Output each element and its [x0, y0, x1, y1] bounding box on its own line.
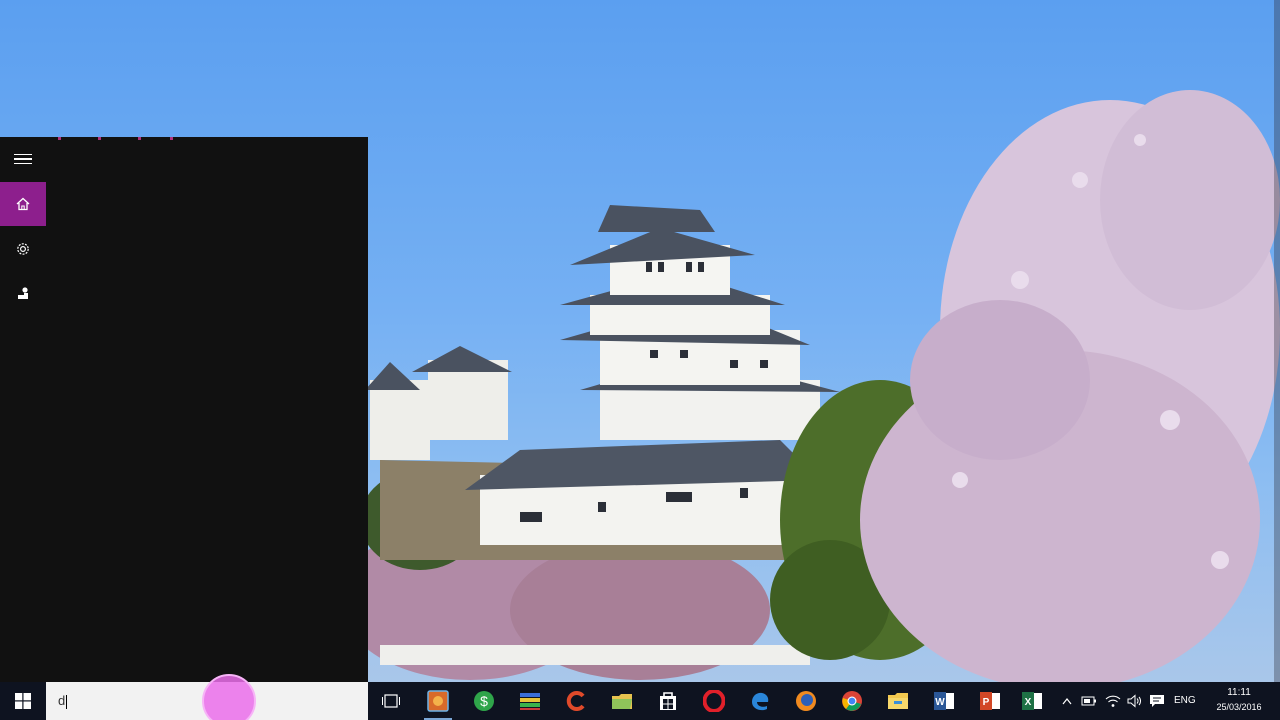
battery-button[interactable]	[1080, 692, 1098, 710]
taskbar-app-opera[interactable]	[700, 687, 728, 715]
taskbar-app-excel[interactable]: X	[1018, 687, 1046, 715]
taskbar-app-ccleaner[interactable]	[562, 687, 590, 715]
input-language-indicator[interactable]: ENG	[1174, 695, 1196, 706]
firefox-icon	[796, 691, 816, 711]
taskbar-app-edge[interactable]	[746, 687, 774, 715]
notification-icon	[1150, 695, 1164, 707]
taskbar-app-file-explorer[interactable]	[884, 687, 912, 715]
svg-text:X: X	[1025, 697, 1032, 708]
svg-text:P: P	[983, 697, 990, 708]
volume-button[interactable]	[1126, 692, 1144, 710]
taskbar-app-winrar[interactable]	[516, 687, 544, 715]
taskbar-app-powerpoint[interactable]: P	[976, 687, 1004, 715]
edge-icon	[752, 692, 769, 711]
taskbar-app-1[interactable]	[424, 687, 452, 720]
task-view-button[interactable]	[377, 687, 405, 715]
speaker-icon	[1127, 694, 1141, 708]
cortana-search-input[interactable]: d	[46, 674, 368, 720]
windows-logo-icon	[15, 693, 31, 709]
battery-icon	[1081, 696, 1096, 706]
feedback-icon	[18, 287, 28, 299]
show-hidden-icons-button[interactable]	[1058, 692, 1076, 710]
hamburger-menu-button[interactable]	[0, 137, 46, 181]
taskbar-app-store[interactable]	[654, 687, 682, 715]
taskbar-app-chrome[interactable]	[838, 687, 866, 715]
clock-date: 25/03/2016	[1216, 702, 1262, 712]
cortana-listening-indicator[interactable]	[202, 674, 256, 720]
cortana-side-rail	[0, 137, 46, 682]
taskbar-app-word[interactable]: W	[930, 687, 958, 715]
store-icon	[660, 692, 676, 710]
opera-icon	[703, 690, 725, 712]
taskbar-app-folder[interactable]	[608, 687, 636, 715]
excel-icon: X	[1022, 692, 1042, 710]
file-folder-icon	[612, 694, 632, 709]
taskbar-app-firefox[interactable]	[792, 687, 820, 715]
chevron-up-icon	[1062, 698, 1072, 705]
cortana-panel	[0, 137, 368, 682]
file-explorer-icon	[888, 693, 908, 709]
wifi-icon	[1105, 695, 1121, 707]
home-icon	[16, 197, 30, 211]
winrar-icon	[520, 693, 540, 710]
money-app-icon: $	[474, 691, 494, 711]
svg-text:$: $	[480, 693, 488, 709]
clock-time: 11:11	[1227, 687, 1251, 698]
svg-text:W: W	[935, 697, 945, 708]
chrome-icon	[842, 691, 862, 711]
word-icon: W	[934, 692, 954, 710]
hamburger-menu-icon	[14, 151, 32, 168]
action-center-button[interactable]	[1148, 692, 1166, 710]
home-button[interactable]	[0, 182, 46, 226]
settings-gear-icon	[17, 243, 29, 255]
feedback-button[interactable]	[0, 271, 46, 315]
settings-button[interactable]	[0, 227, 46, 271]
powerpoint-icon: P	[980, 692, 1000, 710]
panel-progress-dots	[58, 137, 178, 140]
search-input-text: d	[58, 693, 68, 709]
ccleaner-icon	[566, 691, 585, 711]
task-view-icon	[382, 694, 400, 708]
start-button[interactable]	[0, 682, 46, 720]
clock[interactable]: 11:11 25/03/2016	[1208, 686, 1270, 714]
app-icon-orange	[427, 690, 449, 712]
taskbar: d $ W P X ENG 11:11 25/03/2016	[0, 674, 1280, 720]
taskbar-app-money[interactable]: $	[470, 687, 498, 715]
network-button[interactable]	[1104, 692, 1122, 710]
